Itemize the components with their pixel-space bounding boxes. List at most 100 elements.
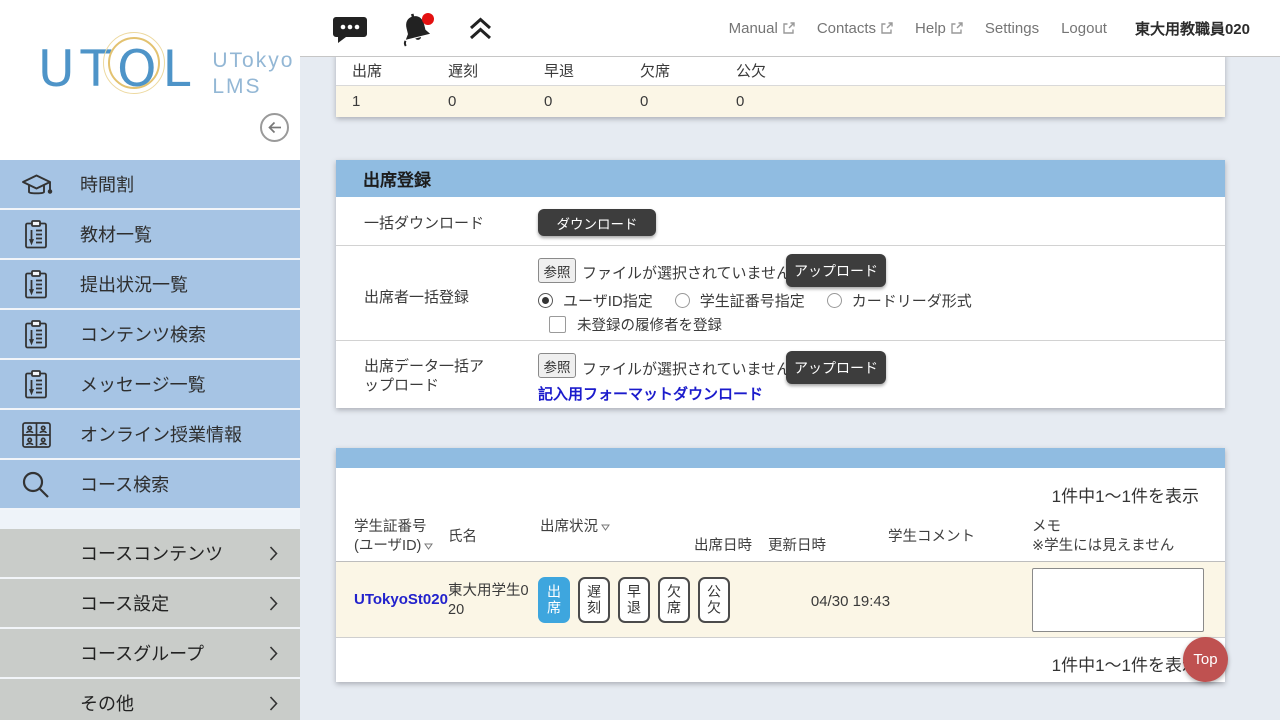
upload-format-radio-group: ユーザID指定 学生証番号指定 カードリーダ形式: [538, 290, 994, 311]
external-link-icon: [880, 22, 893, 35]
topbar: Manual Contacts Help Settings Logout 東大用…: [300, 0, 1280, 57]
sidebar-item-materials[interactable]: 教材一覧: [0, 210, 300, 258]
sidebar-item-others[interactable]: その他: [0, 679, 300, 720]
table-column-headers: 学生証番号 (ユーザID) 氏名 出席状況 出席日時 更新日時 学生コメント メ…: [336, 510, 1225, 562]
radio-label: 学生証番号指定: [700, 290, 805, 311]
radio-student-number[interactable]: [675, 293, 690, 308]
online-class-icon: [19, 418, 53, 452]
bulk-download-label: 一括ダウンロード: [364, 212, 484, 233]
sidebar-item-course-search[interactable]: コース検索: [0, 460, 300, 508]
status-button-attendance[interactable]: 出席: [538, 577, 570, 623]
browse-file-button[interactable]: 参照: [538, 258, 576, 283]
status-button-absent[interactable]: 欠席: [658, 577, 690, 623]
chevron-right-icon: [269, 696, 278, 716]
upload-button[interactable]: アップロード: [786, 254, 886, 287]
radio-card-reader[interactable]: [827, 293, 842, 308]
external-link-icon: [950, 22, 963, 35]
student-id-link[interactable]: UTokyoSt020: [354, 591, 448, 608]
page: UTOL UTokyoLMS 時間割 教材一覧 提出状況一覧: [0, 0, 1280, 720]
topbar-link-logout[interactable]: Logout: [1061, 20, 1107, 37]
sidebar-item-course-settings[interactable]: コース設定: [0, 579, 300, 627]
topbar-link-contacts[interactable]: Contacts: [817, 20, 893, 37]
summary-header-row: 出席 遅刻 早退 欠席 公欠: [336, 55, 1225, 86]
radio-label: カードリーダ形式: [852, 290, 972, 311]
sidebar-item-messages[interactable]: メッセージ一覧: [0, 360, 300, 408]
logo-subtitle: UTokyoLMS: [212, 48, 294, 101]
attendance-registration-panel: 出席登録 一括ダウンロード ダウンロード 出席者一括登録 参照 ファイルが選択さ…: [336, 160, 1225, 408]
no-file-selected-text: ファイルが選択されていません。: [582, 262, 806, 283]
sidebar-item-label: コンテンツ検索: [80, 321, 206, 347]
memo-textarea[interactable]: [1032, 568, 1204, 632]
panel-title: 出席登録: [363, 166, 431, 191]
sidebar-item-timetable[interactable]: 時間割: [0, 160, 300, 208]
sidebar-collapse-button[interactable]: [260, 113, 289, 142]
sort-icon: [601, 518, 610, 537]
sidebar-item-online-class-info[interactable]: オンライン授業情報: [0, 410, 300, 458]
clipboard-icon: [19, 318, 53, 352]
scroll-to-top-button[interactable]: Top: [1183, 637, 1228, 682]
sidebar-item-course-group[interactable]: コースグループ: [0, 629, 300, 677]
sidebar-item-content-search[interactable]: コンテンツ検索: [0, 310, 300, 358]
summary-value: 0: [448, 93, 544, 110]
update-time-value: 04/30 19:43: [768, 593, 933, 610]
sidebar-item-label: 時間割: [80, 171, 134, 197]
back-arrow-icon: [267, 121, 283, 134]
sidebar-item-label: コースグループ: [80, 640, 204, 666]
radio-user-id[interactable]: [538, 293, 553, 308]
column-header-comment: 学生コメント: [888, 528, 975, 547]
topbar-link-help[interactable]: Help: [915, 20, 963, 37]
summary-value: 0: [640, 93, 736, 110]
chevron-right-icon: [269, 646, 278, 666]
sidebar-item-label: コース設定: [80, 590, 169, 616]
chevron-right-icon: [269, 596, 278, 616]
pagination-row: 1件中1〜1件を表示: [336, 468, 1225, 510]
clipboard-icon: [19, 218, 53, 252]
column-header-status[interactable]: 出席状況: [540, 518, 610, 537]
summary-header: 公欠: [736, 60, 832, 81]
sidebar-item-label: 提出状況一覧: [80, 271, 188, 297]
topbar-link-manual[interactable]: Manual: [729, 20, 795, 37]
utol-logo[interactable]: UTOL UTokyoLMS: [38, 40, 294, 101]
download-button[interactable]: ダウンロード: [538, 209, 656, 236]
summary-value: 1: [352, 93, 448, 110]
column-header-name: 氏名: [448, 528, 477, 547]
column-header-student-id[interactable]: 学生証番号 (ユーザID): [354, 518, 433, 556]
sidebar-item-label: コース検索: [80, 471, 169, 497]
panel-header: 出席登録: [336, 160, 1225, 197]
attendance-data-upload-row: 出席データ一括アップロード 参照 ファイルが選択されていません。 アップロード …: [336, 341, 1225, 408]
attendance-summary-table: 出席 遅刻 早退 欠席 公欠 1 0 0 0 0: [336, 53, 1225, 117]
sidebar-item-submission-status[interactable]: 提出状況一覧: [0, 260, 300, 308]
result-count-text: 1件中1〜1件を表示: [1052, 651, 1199, 676]
chevron-right-icon: [269, 546, 278, 566]
format-download-link[interactable]: 記入用フォーマットダウンロード: [538, 383, 763, 404]
status-button-excused-absence[interactable]: 公欠: [698, 577, 730, 623]
register-unenrolled-checkbox[interactable]: [549, 316, 566, 333]
search-icon: [19, 468, 53, 502]
status-button-early-leave[interactable]: 早退: [618, 577, 650, 623]
summary-header: 遅刻: [448, 60, 544, 81]
topbar-link-settings[interactable]: Settings: [985, 20, 1039, 37]
external-link-icon: [782, 22, 795, 35]
sidebar: UTOL UTokyoLMS 時間割 教材一覧 提出状況一覧: [0, 0, 300, 720]
logo-wordmark: UTOL: [38, 40, 196, 98]
bulk-download-row: 一括ダウンロード ダウンロード: [336, 197, 1225, 246]
attendance-data-upload-label: 出席データ一括アップロード: [364, 358, 494, 396]
summary-header: 出席: [352, 60, 448, 81]
sidebar-item-label: メッセージ一覧: [80, 371, 206, 397]
column-header-attend-time: 出席日時: [694, 537, 752, 556]
sidebar-item-course-contents[interactable]: コースコンテンツ: [0, 529, 300, 577]
clipboard-icon: [19, 368, 53, 402]
status-button-late[interactable]: 遅刻: [578, 577, 610, 623]
collapse-up-icon[interactable]: [468, 16, 493, 42]
upload-button[interactable]: アップロード: [786, 351, 886, 384]
browse-file-button[interactable]: 参照: [538, 353, 576, 378]
summary-header: 欠席: [640, 60, 736, 81]
table-row: UTokyoSt020 東大用学生020 出席 遅刻 早退 欠席 公欠 04/3…: [336, 562, 1225, 638]
sidebar-item-label: オンライン授業情報: [80, 421, 242, 447]
column-header-update-time: 更新日時: [768, 537, 826, 556]
chat-icon[interactable]: [332, 14, 368, 44]
main-content: 出席 遅刻 早退 欠席 公欠 1 0 0 0 0 出席登録 一括ダウンロード ダ…: [300, 57, 1280, 720]
logo-area: UTOL UTokyoLMS: [0, 0, 300, 160]
bell-icon[interactable]: [398, 11, 438, 47]
checkbox-label: 未登録の履修者を登録: [577, 314, 722, 335]
